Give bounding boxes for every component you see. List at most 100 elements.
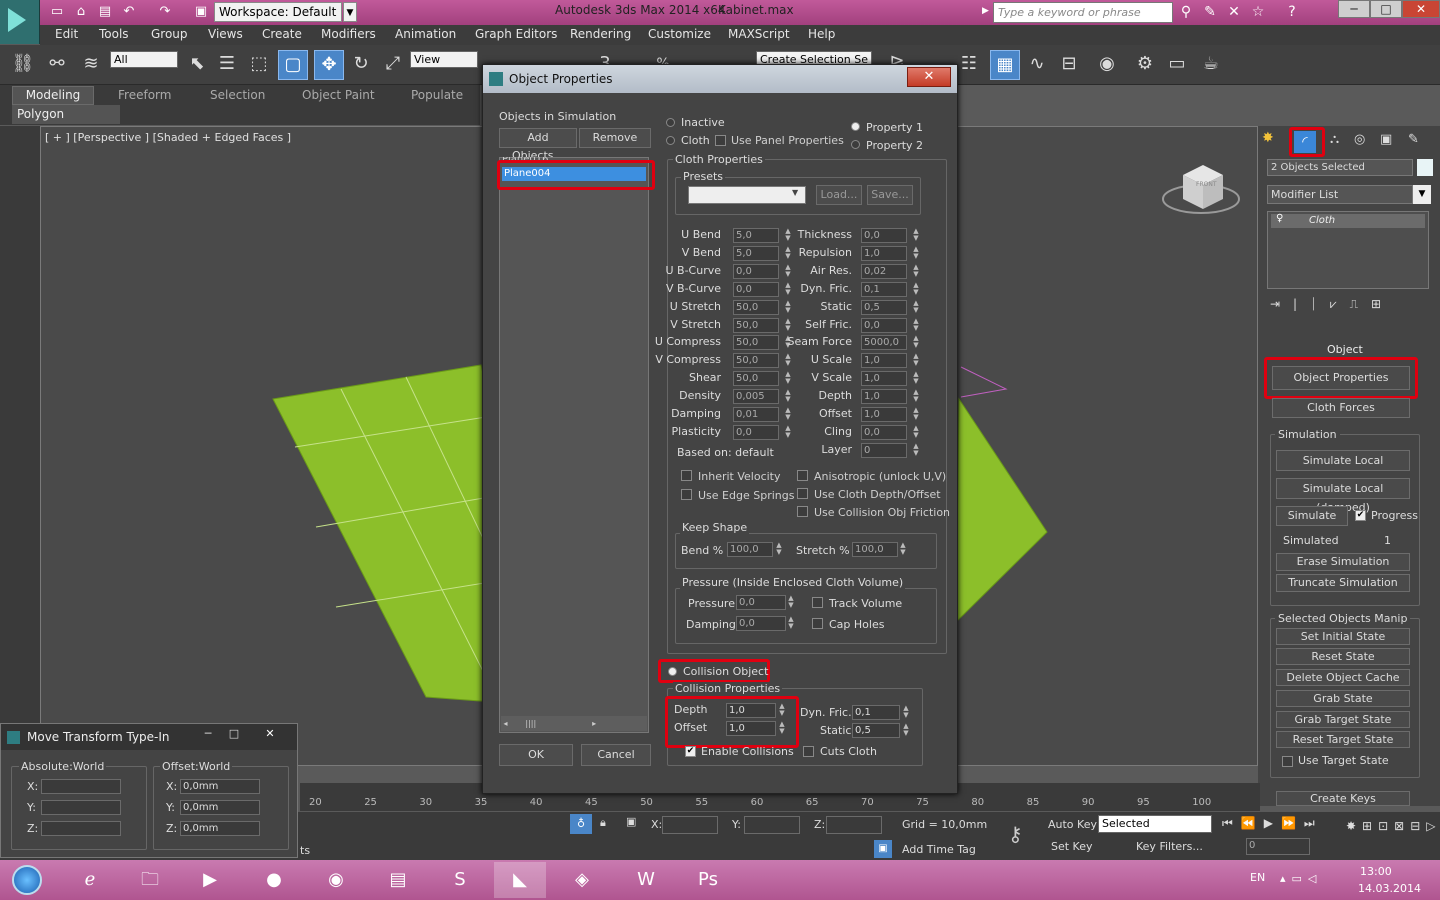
spinner-arrows-icon[interactable]: ▲ ▼	[911, 228, 921, 243]
truncate-simulation-button[interactable]: Truncate Simulation	[1276, 574, 1410, 592]
object-properties-button[interactable]: Object Properties	[1272, 366, 1410, 390]
left-param-field[interactable]: 5,0	[733, 228, 779, 243]
stretch-pct-field[interactable]: 100,0	[852, 542, 898, 557]
redo-icon[interactable]: ↷	[156, 3, 174, 21]
create-tab-icon[interactable]: ✸	[1262, 130, 1274, 146]
right-param-field[interactable]: 0,0	[861, 424, 907, 440]
use-panel-checkbox[interactable]	[715, 135, 726, 146]
coll-depth-field[interactable]: 1,0	[726, 703, 776, 718]
left-param-field[interactable]: 0,01	[733, 407, 779, 422]
off-y-field[interactable]: 0,0mm	[180, 800, 260, 815]
tray-icons[interactable]: ▴▭◁	[1280, 872, 1340, 885]
spinner-arrows-icon[interactable]: ▲ ▼	[783, 317, 793, 333]
firefox-icon[interactable]: ●	[248, 862, 300, 898]
help-icon[interactable]: ?	[1282, 3, 1302, 22]
menu-customize[interactable]: Customize	[648, 27, 711, 41]
objects-list[interactable]	[499, 157, 649, 733]
viewport-label[interactable]: [ + ] [Perspective ] [Shaded + Edged Fac…	[45, 131, 291, 144]
spinner-arrows-icon[interactable]: ▲ ▼	[783, 353, 793, 368]
chrome-icon[interactable]: ◉	[310, 862, 362, 898]
cancel-button[interactable]: Cancel	[581, 744, 651, 766]
spinner-arrows-icon[interactable]: ▲ ▼	[898, 542, 908, 557]
3dsmax-task-icon[interactable]: ◣	[494, 862, 546, 898]
right-param-field[interactable]: 1,0	[861, 407, 907, 422]
tools-icon[interactable]: ✎	[1200, 3, 1220, 22]
left-param-field[interactable]: 50,0	[733, 299, 779, 315]
status-z-field[interactable]	[826, 816, 882, 834]
enable-collisions-checkbox[interactable]: ✔	[685, 746, 696, 757]
unlink-icon[interactable]: ⚯	[42, 50, 72, 80]
object-rollout-title[interactable]: Object	[1327, 343, 1363, 356]
grab-state-button[interactable]: Grab State	[1276, 690, 1410, 707]
inherit-velocity-checkbox[interactable]	[681, 470, 692, 481]
spinner-arrows-icon[interactable]: ▲ ▼	[783, 228, 793, 243]
cloth-forces-button[interactable]: Cloth Forces	[1272, 398, 1410, 418]
property1-radio[interactable]	[851, 122, 860, 131]
rotate-icon[interactable]: ↻	[346, 50, 376, 80]
spinner-arrows-icon[interactable]: ▲ ▼	[911, 299, 921, 315]
rectangular-selection-icon[interactable]: ⬚	[244, 50, 274, 80]
render-teapot-icon[interactable]: ☕	[1196, 50, 1226, 80]
tab-object-paint[interactable]: Object Paint	[302, 88, 375, 102]
spinner-arrows-icon[interactable]: ▲ ▼	[901, 723, 911, 738]
ribbon-polygon-modeling[interactable]: Polygon Modeling	[12, 105, 120, 140]
spinner-arrows-icon[interactable]: ▲ ▼	[783, 245, 793, 261]
scale-icon[interactable]: ⤢	[378, 50, 408, 80]
search-input[interactable]: Type a keyword or phrase	[993, 2, 1173, 23]
curve-editor-icon[interactable]: ∿	[1022, 50, 1052, 80]
right-param-field[interactable]: 0,0	[861, 228, 907, 243]
spinner-arrows-icon[interactable]: ▲ ▼	[911, 389, 921, 404]
spinner-arrows-icon[interactable]: ▲ ▼	[786, 616, 796, 631]
schematic-view-icon[interactable]: ⊟	[1054, 50, 1084, 80]
spinner-arrows-icon[interactable]: ▲ ▼	[911, 442, 921, 458]
coll-offset-field[interactable]: 1,0	[726, 721, 776, 736]
spinner-arrows-icon[interactable]: ▲ ▼	[783, 299, 793, 315]
left-param-field[interactable]: 50,0	[733, 371, 779, 387]
reset-state-button[interactable]: Reset State	[1276, 648, 1410, 665]
bind-space-warp-icon[interactable]: ≋	[76, 50, 106, 80]
right-param-field[interactable]: 0,02	[861, 263, 907, 279]
select-by-name-icon[interactable]: ☰	[212, 50, 242, 80]
simulate-local-button[interactable]: Simulate Local	[1276, 450, 1410, 471]
favorites-star-icon[interactable]: ☆	[1248, 3, 1268, 22]
left-param-field[interactable]: 0,0	[733, 281, 779, 297]
left-param-field[interactable]: 0,0	[733, 424, 779, 440]
spinner-arrows-icon[interactable]: ▲ ▼	[901, 705, 911, 720]
track-volume-checkbox[interactable]	[812, 597, 823, 608]
menu-tools[interactable]: Tools	[99, 27, 129, 41]
clock-time[interactable]: 13:00	[1360, 865, 1392, 878]
coll-dyn-fric-field[interactable]: 0,1	[852, 705, 900, 720]
spinner-arrows-icon[interactable]: ▲ ▼	[783, 281, 793, 297]
key-filters-button[interactable]: Key Filters...	[1136, 840, 1203, 853]
spinner-arrows-icon[interactable]: ▲ ▼	[783, 389, 793, 404]
chevron-down-icon[interactable]: ▼	[343, 2, 357, 22]
right-param-field[interactable]: 1,0	[861, 371, 907, 387]
ok-button[interactable]: OK	[499, 744, 573, 766]
cuts-cloth-checkbox[interactable]	[803, 746, 814, 757]
spinner-arrows-icon[interactable]: ▲ ▼	[777, 721, 787, 736]
layer-manager-icon[interactable]: ☷	[954, 50, 984, 80]
spinner-arrows-icon[interactable]: ▲ ▼	[911, 371, 921, 386]
set-key-button[interactable]: Set Key	[1051, 840, 1093, 853]
app-menu-icon[interactable]	[0, 0, 40, 44]
internet-explorer-icon[interactable]: ℯ	[64, 862, 116, 898]
spinner-arrows-icon[interactable]: ▲ ▼	[786, 595, 796, 610]
motion-tab-icon[interactable]: ◎	[1354, 132, 1365, 147]
left-param-field[interactable]: 50,0	[733, 335, 779, 351]
spinner-arrows-icon[interactable]: ▲ ▼	[911, 353, 921, 368]
use-edge-springs-checkbox[interactable]	[681, 489, 692, 500]
load-preset-button[interactable]: Load...	[816, 185, 862, 205]
new-file-icon[interactable]: ▭	[48, 3, 66, 21]
word-icon[interactable]: W	[620, 862, 672, 898]
image-viewer-icon[interactable]: ◈	[556, 862, 608, 898]
reset-target-state-button[interactable]: Reset Target State	[1276, 731, 1410, 748]
off-x-field[interactable]: 0,0mm	[180, 779, 260, 794]
auto-key-button[interactable]: Auto Key	[1048, 818, 1097, 831]
right-param-field[interactable]: 0,1	[861, 281, 907, 297]
hierarchy-tab-icon[interactable]: ⛬	[1330, 132, 1339, 147]
minimize-button[interactable]: ─	[197, 727, 219, 743]
modifier-list-dropdown[interactable]: Modifier List	[1267, 185, 1413, 204]
frame-field[interactable]: 0	[1246, 838, 1310, 855]
presets-dropdown[interactable]	[688, 186, 806, 204]
right-param-field[interactable]: 1,0	[861, 353, 907, 369]
